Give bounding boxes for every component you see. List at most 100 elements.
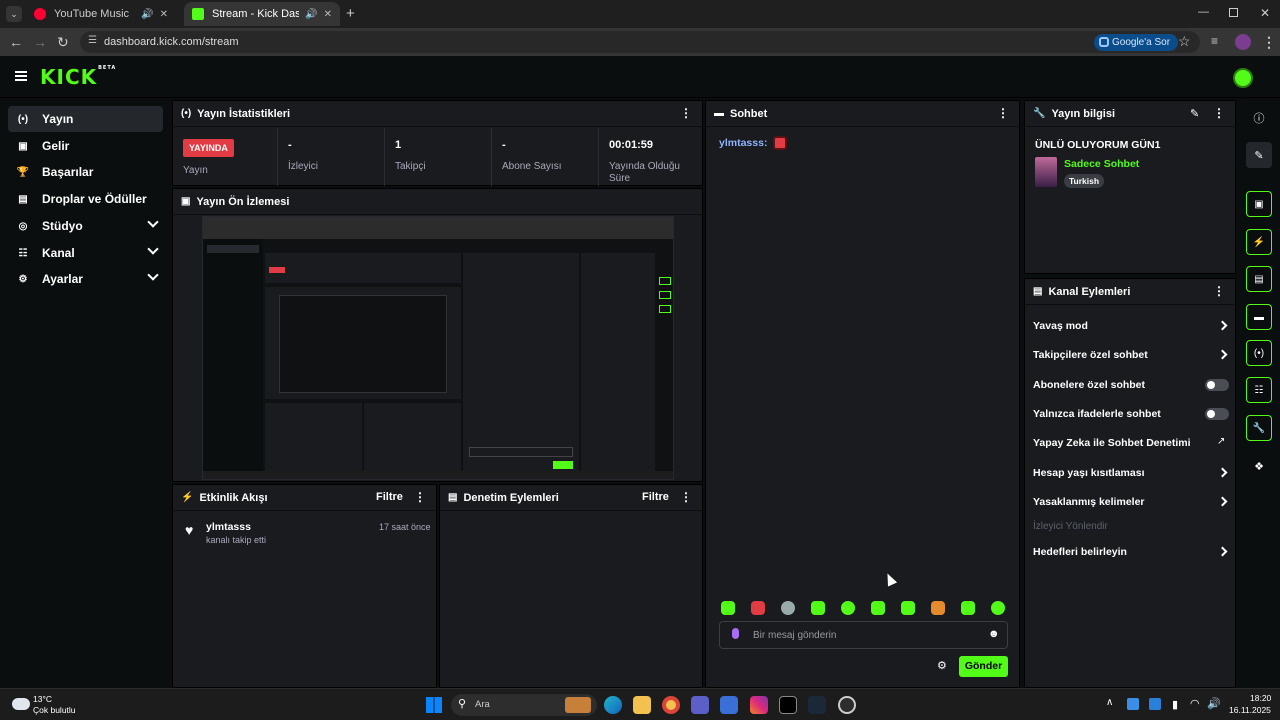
hamburger-menu-icon[interactable] bbox=[15, 71, 27, 81]
teams-icon[interactable] bbox=[691, 696, 709, 714]
stream-preview-video[interactable] bbox=[202, 216, 674, 480]
emote-2-icon[interactable] bbox=[751, 601, 765, 615]
windows-start-icon[interactable] bbox=[426, 697, 442, 713]
info-icon[interactable]: ⓘ bbox=[1246, 105, 1272, 131]
sidebar-item-basarilar[interactable]: 🏆 Başarılar bbox=[8, 159, 163, 185]
ai-moderation-row[interactable]: Yapay Zeka ile Sohbet Denetimi bbox=[1033, 437, 1233, 449]
emote-5-icon[interactable] bbox=[841, 601, 855, 615]
emote-1-icon[interactable] bbox=[721, 601, 735, 615]
emote-3-icon[interactable] bbox=[781, 601, 795, 615]
chat-username[interactable]: ylmtasss: bbox=[719, 137, 767, 149]
sidebar-item-studyo[interactable]: ◎ Stüdyo bbox=[8, 213, 163, 239]
activity-filter-button[interactable]: Filtre bbox=[376, 491, 403, 503]
banned-words-row[interactable]: Yasaklanmış kelimeler bbox=[1033, 496, 1233, 508]
app-icon[interactable] bbox=[720, 696, 738, 714]
more-options-icon[interactable]: ⋮ bbox=[680, 107, 692, 119]
wifi-icon[interactable]: ◠ bbox=[1190, 697, 1200, 710]
steam-icon[interactable] bbox=[808, 696, 826, 714]
chat-input[interactable]: Bir mesaj gönderin ☻ bbox=[719, 621, 1008, 649]
sidebar-item-yayin[interactable]: (•) Yayın bbox=[8, 106, 163, 132]
minimize-window-icon[interactable]: — bbox=[1198, 6, 1209, 18]
weather-widget[interactable]: 13°C Çok bulutlu bbox=[12, 693, 92, 717]
instagram-icon[interactable] bbox=[750, 696, 768, 714]
layout-button[interactable]: ☷ bbox=[1246, 377, 1272, 403]
edit-icon[interactable]: ✎ bbox=[1246, 142, 1272, 168]
chat-settings-icon[interactable]: ⚙ bbox=[937, 659, 947, 672]
more-options-icon[interactable]: ⋮ bbox=[1213, 107, 1225, 119]
account-age-row[interactable]: Hesap yaşı kısıtlaması bbox=[1033, 467, 1233, 479]
wrench-button[interactable]: 🔧 bbox=[1246, 415, 1272, 441]
edge-icon[interactable] bbox=[604, 696, 622, 714]
sidebar-item-gelir[interactable]: ▣ Gelir bbox=[8, 133, 163, 159]
kick-logo[interactable]: KICKBETA bbox=[40, 65, 116, 89]
sidebar-item-ayarlar[interactable]: ⚙ Ayarlar bbox=[8, 266, 163, 292]
x-icon[interactable] bbox=[779, 696, 797, 714]
bookmark-star-icon[interactable]: ☆ bbox=[1178, 33, 1191, 50]
add-widget-icon[interactable]: ❖ bbox=[1246, 453, 1272, 479]
clip-button[interactable]: ▣ bbox=[1246, 191, 1272, 217]
file-explorer-icon[interactable] bbox=[633, 696, 651, 714]
language-tag[interactable]: Turkish bbox=[1064, 174, 1105, 188]
more-options-icon[interactable]: ⋮ bbox=[414, 491, 426, 503]
send-button[interactable]: Gönder bbox=[959, 656, 1008, 677]
chrome-icon[interactable] bbox=[662, 696, 680, 714]
microphone-tray-icon[interactable]: ▮ bbox=[1172, 698, 1178, 711]
browser-menu-icon[interactable]: ⋮ bbox=[1262, 34, 1276, 51]
document-button[interactable]: ▤ bbox=[1246, 266, 1272, 292]
speaker-icon[interactable]: 🔊 bbox=[305, 9, 317, 20]
slow-mode-row[interactable]: Yavaş mod bbox=[1033, 320, 1233, 332]
media-control-icon[interactable]: ≡ bbox=[1211, 34, 1218, 48]
emote-6-icon[interactable] bbox=[871, 601, 885, 615]
emote-10-icon[interactable] bbox=[991, 601, 1005, 615]
category-name[interactable]: Sadece Sohbet bbox=[1064, 158, 1139, 170]
lightning-button[interactable]: ⚡ bbox=[1246, 229, 1272, 255]
tray-icon-2[interactable] bbox=[1149, 698, 1161, 710]
chevron-up-icon[interactable]: ∧ bbox=[1106, 697, 1113, 708]
clock-date[interactable]: 16.11.2025 bbox=[1229, 705, 1271, 715]
back-icon[interactable]: ← bbox=[9, 34, 23, 50]
external-link-icon[interactable]: ↗ bbox=[1217, 436, 1225, 447]
more-options-icon[interactable]: ⋮ bbox=[680, 491, 692, 503]
reload-icon[interactable]: ↻ bbox=[57, 34, 69, 51]
emotes-only-toggle[interactable] bbox=[1205, 408, 1229, 420]
tray-icon-1[interactable] bbox=[1127, 698, 1139, 710]
chat-button[interactable]: ▬ bbox=[1246, 304, 1272, 330]
sidebar-item-kanal[interactable]: ☷ Kanal bbox=[8, 240, 163, 266]
close-tab-icon[interactable]: ✕ bbox=[160, 9, 168, 20]
ai-assistant-icon[interactable] bbox=[838, 696, 856, 714]
forward-icon[interactable]: → bbox=[33, 34, 47, 50]
broadcast-button[interactable]: (•) bbox=[1246, 340, 1272, 366]
chat-message: ylmtasss: bbox=[719, 135, 788, 151]
more-options-icon[interactable]: ⋮ bbox=[997, 107, 1009, 119]
emote-4-icon[interactable] bbox=[811, 601, 825, 615]
close-window-icon[interactable]: ✕ bbox=[1260, 6, 1270, 20]
more-options-icon[interactable]: ⋮ bbox=[1213, 285, 1225, 297]
close-tab-icon[interactable]: ✕ bbox=[324, 9, 332, 20]
tab-youtube-music[interactable]: YouTube Music 🔊 ✕ bbox=[26, 2, 176, 26]
google-sor-button[interactable]: Google'a Sor bbox=[1094, 34, 1179, 51]
event-user[interactable]: ylmtasss bbox=[206, 521, 251, 533]
taskbar-search[interactable]: ⚲ Ara bbox=[451, 694, 597, 716]
followers-only-row[interactable]: Takipçilere özel sohbet bbox=[1033, 349, 1233, 361]
new-tab-button[interactable]: + bbox=[346, 5, 355, 22]
subscribers-only-toggle[interactable] bbox=[1205, 379, 1229, 391]
profile-avatar[interactable] bbox=[1235, 34, 1251, 50]
site-info-icon[interactable]: ☰ bbox=[88, 35, 97, 46]
microphone-icon[interactable] bbox=[732, 628, 739, 639]
tab-kick-dashboard[interactable]: Stream - Kick Dashboard 🔊 ✕ bbox=[184, 2, 340, 26]
url-input[interactable]: ☰ dashboard.kick.com/stream bbox=[80, 31, 1200, 53]
edit-pencil-icon[interactable]: ✎ bbox=[1190, 107, 1199, 120]
user-avatar[interactable] bbox=[1233, 68, 1253, 88]
clock-time[interactable]: 18:20 bbox=[1250, 693, 1271, 703]
tab-list-dropdown-button[interactable]: ⌄ bbox=[6, 6, 22, 22]
moderation-filter-button[interactable]: Filtre bbox=[642, 491, 669, 503]
emote-8-icon[interactable] bbox=[931, 601, 945, 615]
emote-9-icon[interactable] bbox=[961, 601, 975, 615]
speaker-icon[interactable]: 🔊 bbox=[141, 9, 153, 20]
emoji-icon[interactable]: ☻ bbox=[988, 628, 1000, 640]
sidebar-item-droplar[interactable]: ▤ Droplar ve Ödüller bbox=[8, 186, 163, 212]
volume-icon[interactable]: 🔊 bbox=[1207, 697, 1221, 710]
restore-window-icon[interactable] bbox=[1229, 8, 1238, 17]
emote-7-icon[interactable] bbox=[901, 601, 915, 615]
set-goals-row[interactable]: Hedefleri belirleyin bbox=[1033, 546, 1233, 558]
